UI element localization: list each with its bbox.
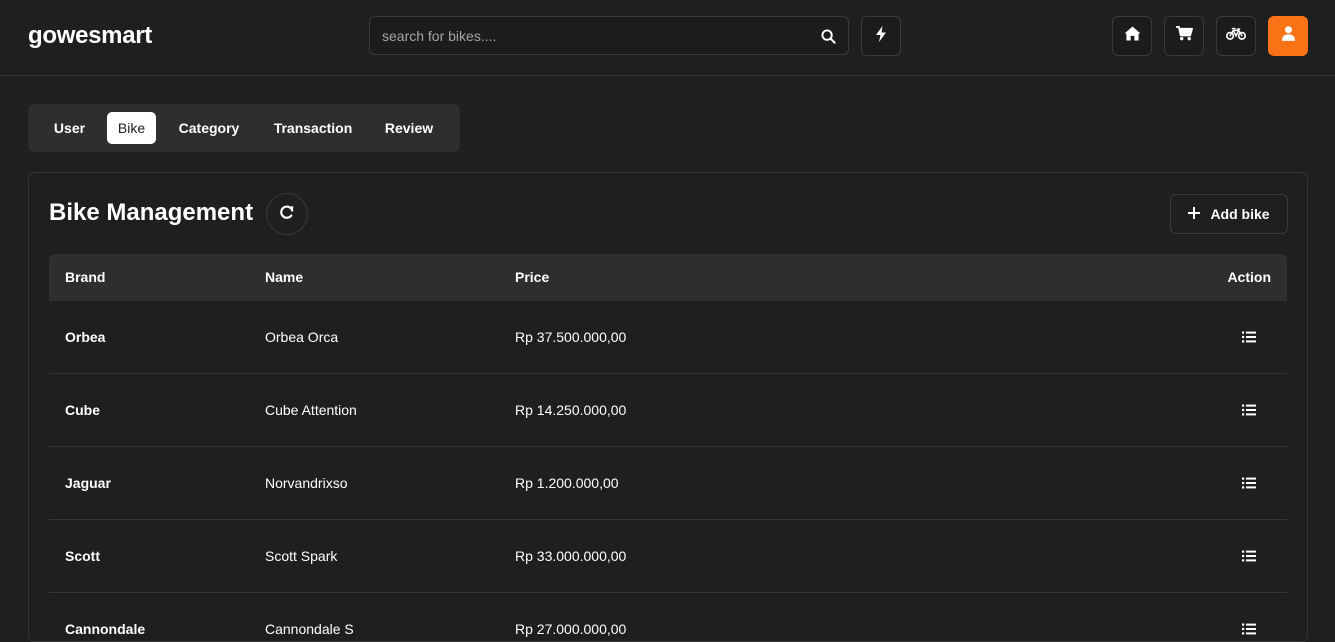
cell-price: Rp 14.250.000,00 <box>515 402 627 418</box>
cell-price: Rp 37.500.000,00 <box>515 329 627 345</box>
list-icon[interactable] <box>1242 330 1258 344</box>
bike-icon <box>1226 27 1246 46</box>
cell-brand: Cannondale <box>65 621 146 637</box>
app-logo[interactable]: gowesmart <box>28 22 152 50</box>
profile-button[interactable] <box>1268 16 1308 56</box>
table-row: Cube Cube Attention Rp 14.250.000,00 <box>49 374 1287 447</box>
bolt-icon <box>875 25 887 47</box>
table-row: Cannondale Cannondale S Rp 27.000.000,00 <box>49 593 1287 641</box>
cell-brand: Jaguar <box>65 475 111 491</box>
tab-transaction[interactable]: Transaction <box>262 112 364 144</box>
search-icon[interactable] <box>818 26 838 46</box>
cell-name: Cannondale S <box>265 621 354 637</box>
bike-table: Brand Name Price Action Orbea Orbea Orca… <box>49 254 1287 641</box>
table-row: Scott Scott Spark Rp 33.000.000,00 <box>49 520 1287 593</box>
cell-name: Scott Spark <box>265 548 338 564</box>
column-price: Price <box>515 269 550 285</box>
cell-brand: Orbea <box>65 329 106 345</box>
column-name: Name <box>265 269 304 285</box>
tab-category[interactable]: Category <box>166 112 252 144</box>
page-title: Bike Management <box>49 199 254 226</box>
home-icon <box>1124 26 1141 46</box>
cell-name: Cube Attention <box>265 402 357 418</box>
cart-button[interactable] <box>1164 16 1204 56</box>
column-brand: Brand <box>65 269 106 285</box>
plus-icon <box>1187 206 1201 222</box>
cell-brand: Cube <box>65 402 100 418</box>
column-action: Action <box>1227 269 1271 285</box>
refresh-button[interactable] <box>266 193 308 235</box>
top-navbar: gowesmart <box>0 0 1335 76</box>
cell-name: Orbea Orca <box>265 329 339 345</box>
cart-icon <box>1175 26 1193 46</box>
admin-tabs: User Bike Category Transaction Review <box>28 104 460 152</box>
add-bike-label: Add bike <box>1210 206 1270 222</box>
list-icon[interactable] <box>1242 622 1258 636</box>
list-icon[interactable] <box>1242 549 1258 563</box>
cell-brand: Scott <box>65 548 100 564</box>
cell-price: Rp 27.000.000,00 <box>515 621 627 637</box>
add-bike-button[interactable]: Add bike <box>1170 194 1288 234</box>
tab-user[interactable]: User <box>42 112 97 144</box>
tab-review[interactable]: Review <box>374 112 444 144</box>
home-button[interactable] <box>1112 16 1152 56</box>
table-row: Jaguar Norvandrixso Rp 1.200.000,00 <box>49 447 1287 520</box>
search-box <box>369 16 849 55</box>
quick-action-button[interactable] <box>861 16 901 56</box>
cell-name: Norvandrixso <box>265 475 348 491</box>
tab-bike[interactable]: Bike <box>107 112 156 144</box>
bike-management-card: Bike Management Add bike Brand Name Pric… <box>28 172 1308 642</box>
refresh-icon <box>279 204 295 225</box>
table-header: Brand Name Price Action <box>49 254 1287 301</box>
user-icon <box>1281 26 1295 46</box>
bikes-button[interactable] <box>1216 16 1256 56</box>
list-icon[interactable] <box>1242 403 1258 417</box>
search-input[interactable] <box>382 17 802 54</box>
cell-price: Rp 33.000.000,00 <box>515 548 627 564</box>
table-row: Orbea Orbea Orca Rp 37.500.000,00 <box>49 301 1287 374</box>
list-icon[interactable] <box>1242 476 1258 490</box>
cell-price: Rp 1.200.000,00 <box>515 475 619 491</box>
